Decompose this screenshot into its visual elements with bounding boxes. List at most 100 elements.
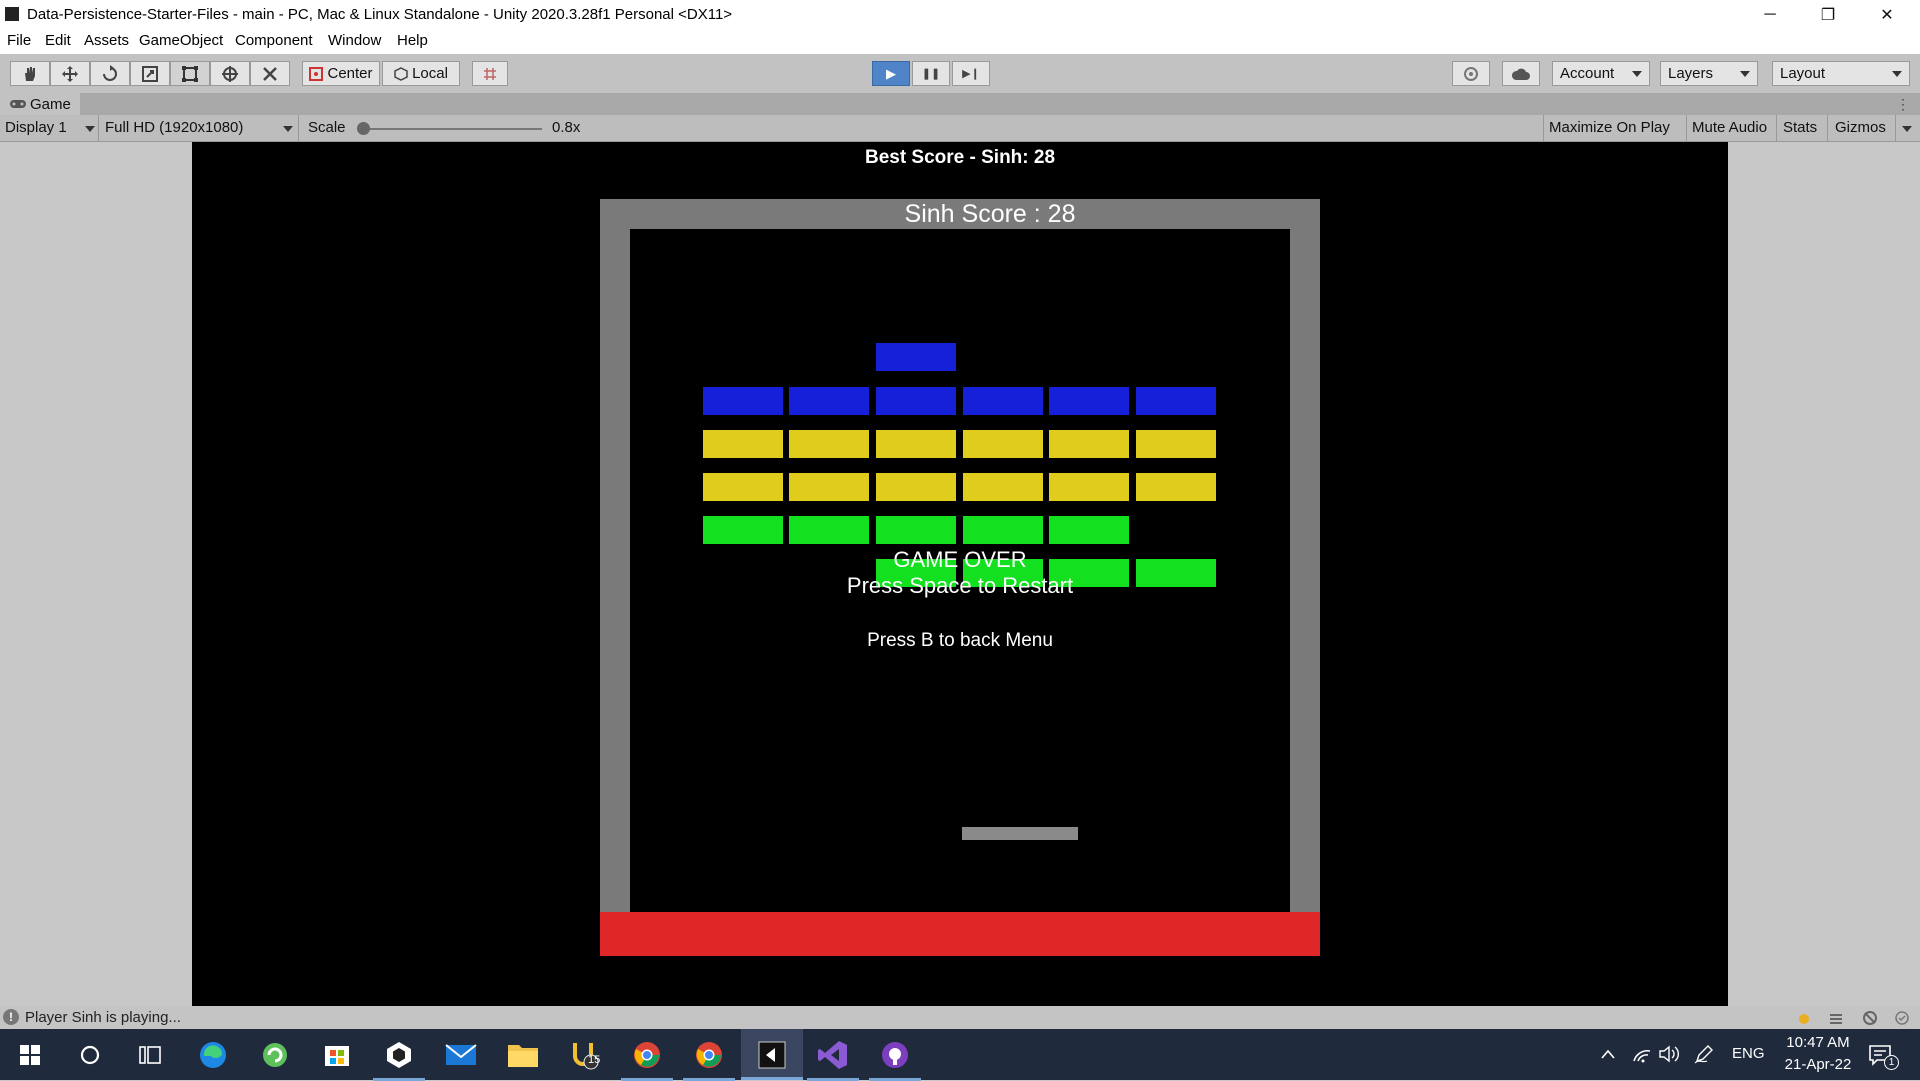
mail-icon[interactable] (443, 1037, 479, 1073)
check-icon[interactable] (1894, 1010, 1910, 1026)
brick (789, 387, 869, 415)
volume-icon[interactable] (1658, 1044, 1680, 1064)
cloud-button[interactable] (1502, 61, 1540, 86)
divider (98, 115, 99, 141)
step-button[interactable]: ▶❙ (952, 61, 990, 86)
maximize-button[interactable]: ❐ (1799, 0, 1857, 29)
menu-component[interactable]: Component (235, 32, 313, 49)
cache-icon[interactable] (1828, 1010, 1844, 1026)
pivot-label: Center (327, 65, 373, 82)
collab-button[interactable] (1452, 61, 1490, 86)
visual-studio-icon[interactable] (807, 1037, 859, 1081)
brick (963, 516, 1043, 544)
action-center-icon[interactable]: 1 (1868, 1043, 1899, 1070)
tab-game[interactable]: Game (0, 93, 80, 115)
search-cortana-icon[interactable] (72, 1037, 108, 1073)
rect-tool-icon[interactable] (170, 61, 210, 86)
divider (1895, 115, 1896, 141)
menu-gameobject[interactable]: GameObject (139, 32, 223, 49)
debug-icon[interactable] (1862, 1010, 1878, 1026)
scale-slider-thumb[interactable] (357, 122, 370, 135)
menu-file[interactable]: File (7, 32, 31, 49)
mute-audio-toggle[interactable]: Mute Audio (1692, 119, 1767, 136)
best-score-label: Best Score - Sinh: 28 (864, 147, 1056, 168)
scale-label: Scale (308, 119, 346, 136)
brick (703, 387, 783, 415)
layout-dropdown[interactable]: Layout (1772, 61, 1910, 86)
layers-dropdown[interactable]: Layers (1660, 61, 1758, 86)
layers-label: Layers (1668, 65, 1714, 82)
resolution-label: Full HD (1920x1080) (105, 119, 244, 136)
network-icon[interactable] (1632, 1045, 1652, 1063)
github-desktop-icon[interactable] (869, 1037, 921, 1081)
menu-help[interactable]: Help (397, 32, 428, 49)
brick (1049, 516, 1129, 544)
scale-value: 0.8x (552, 119, 581, 136)
move-tool-icon[interactable] (50, 61, 90, 86)
microsoft-store-icon[interactable] (319, 1037, 355, 1073)
game-screen[interactable]: Best Score - Sinh: 28 Sinh Score : 28 GA… (192, 142, 1728, 1006)
paddle (962, 827, 1078, 840)
brick (1049, 430, 1129, 458)
custom-tool-icon[interactable] (250, 61, 290, 86)
file-explorer-icon[interactable] (505, 1037, 541, 1073)
pivot-center-button[interactable]: Center (302, 61, 380, 86)
brick (703, 473, 783, 501)
tab-game-label: Game (30, 96, 71, 113)
chrome-profile-icon[interactable] (683, 1037, 735, 1081)
stats-toggle[interactable]: Stats (1783, 119, 1817, 136)
taskbar: 15 ENG 10:47 AM 21-Apr-22 1 (0, 1029, 1920, 1081)
language-indicator[interactable]: ENG (1732, 1045, 1765, 1062)
space-label: Local (412, 65, 448, 82)
score-label: Sinh Score : 28 (904, 200, 1076, 228)
tab-menu-icon[interactable]: ⋮ (1896, 96, 1910, 113)
death-zone (600, 912, 1320, 956)
divider (1543, 115, 1544, 141)
status-message[interactable]: Player Sinh is playing... (25, 1009, 181, 1026)
resolution-dropdown[interactable]: Full HD (1920x1080) (105, 119, 295, 136)
display-label: Display 1 (5, 119, 67, 136)
menu-window[interactable]: Window (328, 32, 381, 49)
close-button[interactable]: ✕ (1858, 0, 1916, 29)
chevron-down-icon (85, 126, 95, 132)
utorrent-icon[interactable]: 15 (567, 1037, 603, 1073)
brick (876, 473, 956, 501)
brick (876, 430, 956, 458)
tray-chevron-up-icon[interactable] (1600, 1047, 1616, 1059)
clock-time[interactable]: 10:47 AM (1776, 1034, 1860, 1051)
start-windows-icon[interactable] (12, 1037, 48, 1073)
pivot-local-button[interactable]: Local (382, 61, 460, 86)
pivot-icon (309, 66, 324, 81)
menu-assets[interactable]: Assets (84, 32, 129, 49)
scale-tool-icon[interactable] (130, 61, 170, 86)
account-dropdown[interactable]: Account (1552, 61, 1650, 86)
brick (876, 516, 956, 544)
chrome-icon[interactable] (621, 1037, 673, 1081)
play-button[interactable]: ▶ (872, 61, 910, 86)
maximize-on-play-toggle[interactable]: Maximize On Play (1549, 119, 1670, 136)
task-view-icon[interactable] (132, 1037, 168, 1073)
unity-editor-taskbar-button[interactable] (741, 1029, 803, 1080)
brick (1049, 473, 1129, 501)
menu-edit[interactable]: Edit (45, 32, 71, 49)
clock-date[interactable]: 21-Apr-22 (1776, 1056, 1860, 1073)
hand-tool-icon[interactable] (10, 61, 50, 86)
game-over-label: GAME OVER (893, 547, 1027, 572)
scale-slider-track[interactable] (362, 128, 542, 130)
edge-browser-icon[interactable] (195, 1037, 231, 1073)
display-dropdown[interactable]: Display 1 (5, 119, 97, 136)
pen-workspace-icon[interactable] (1694, 1044, 1714, 1064)
pause-button[interactable]: ❚❚ (912, 61, 950, 86)
refresh-app-icon[interactable] (257, 1037, 293, 1073)
lighting-icon[interactable] (1796, 1010, 1812, 1026)
grid-snap-button[interactable] (472, 61, 508, 86)
minimize-button[interactable]: ─ (1741, 0, 1799, 29)
gizmos-toggle[interactable]: Gizmos (1835, 119, 1886, 136)
rotate-tool-icon[interactable] (90, 61, 130, 86)
chevron-down-icon (1740, 71, 1750, 77)
gizmos-chevron-down-icon[interactable] (1902, 126, 1912, 132)
cloud-icon (1511, 68, 1530, 80)
brick (963, 387, 1043, 415)
transform-tool-icon[interactable] (210, 61, 250, 86)
unity-hub-icon[interactable] (373, 1037, 425, 1081)
